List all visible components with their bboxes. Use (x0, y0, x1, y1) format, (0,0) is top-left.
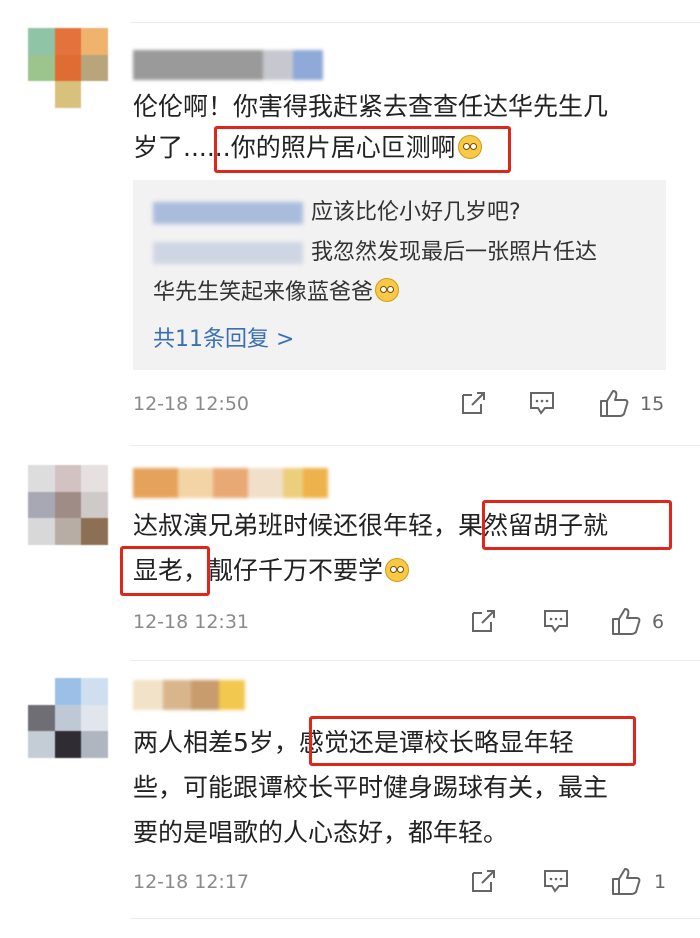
reply-text: 华先生笑起来像蓝爸爸 (153, 278, 400, 308)
avatar[interactable] (28, 28, 108, 108)
reply-text: 应该比伦小好几岁吧? (311, 200, 521, 225)
view-all-replies-link[interactable]: 共11条回复 > (153, 321, 294, 353)
like-count: 6 (652, 611, 665, 633)
top-divider (130, 22, 700, 23)
smirk-emoji-icon (385, 558, 410, 582)
grin-emoji-icon (375, 278, 400, 302)
comment-icon[interactable] (528, 390, 556, 416)
reply-preview-box[interactable]: 应该比伦小好几岁吧? 我忽然发现最后一张照片任达 华先生笑起来像蓝爸爸 共11条… (133, 180, 666, 370)
reply-username-blurred (153, 242, 303, 264)
comment-divider (130, 918, 700, 919)
reply-text: 我忽然发现最后一张照片任达 (311, 240, 598, 265)
comment-divider (130, 660, 700, 661)
comment-divider (130, 445, 700, 446)
like-count: 15 (640, 393, 665, 415)
avatar[interactable] (28, 678, 108, 758)
comment-icon[interactable] (542, 608, 570, 634)
thumbs-up-icon[interactable] (610, 866, 642, 896)
comment-icon[interactable] (542, 868, 570, 894)
avatar[interactable] (28, 465, 108, 545)
share-icon[interactable] (460, 390, 488, 416)
like-count: 1 (654, 871, 667, 893)
highlight-box (482, 500, 672, 550)
comment-timestamp: 12-18 12:50 (133, 393, 250, 415)
highlight-box (120, 546, 210, 596)
comment-timestamp: 12-18 12:17 (133, 871, 250, 893)
comment-timestamp: 12-18 12:31 (133, 611, 250, 633)
reply-username-blurred (153, 202, 303, 224)
share-icon[interactable] (470, 868, 498, 894)
username-blurred[interactable] (133, 468, 328, 498)
comment-text-line: 些，可能跟谭校长平时健身踢球有关，最主 (133, 773, 609, 802)
highlight-box (214, 126, 511, 173)
share-icon[interactable] (470, 608, 498, 634)
username-blurred[interactable] (133, 50, 323, 80)
comment-text-line: 伦伦啊！你害得我赶紧去查查任达华先生几 (133, 92, 609, 121)
comment-text-line: 要的是唱歌的人心态好，都年轻。 (133, 818, 509, 847)
thumbs-up-icon[interactable] (598, 388, 630, 418)
thumbs-up-icon[interactable] (610, 606, 642, 636)
username-blurred[interactable] (133, 680, 245, 710)
highlight-box (309, 716, 636, 766)
